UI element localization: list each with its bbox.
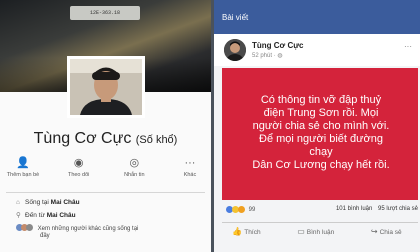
share-icon: ↪ bbox=[370, 227, 378, 236]
follow-button[interactable]: ◉ Theo dõi bbox=[60, 157, 98, 183]
profile-name: Tùng Cơ Cực (Số khổ) bbox=[0, 130, 211, 148]
more-icon: ··· bbox=[184, 157, 196, 169]
info-from: ⚲ Đến từ Mai Châu bbox=[16, 211, 76, 219]
post-time: 52 phút · ◍ bbox=[252, 53, 283, 59]
follow-label: Theo dõi bbox=[67, 172, 90, 178]
post-content-card: Có thông tin vỡ đập thuỷ điện Trung Sơn … bbox=[222, 68, 418, 200]
post-header: Tùng Cơ Cực 52 phút · ◍ ··· bbox=[214, 34, 420, 66]
post-topbar-title: Bài viết bbox=[222, 13, 249, 22]
thumbs-up-icon: 👍 bbox=[232, 227, 243, 236]
message-button[interactable]: ◎ Nhắn tin bbox=[115, 157, 153, 183]
comment-button[interactable]: ▭ Bình luận bbox=[297, 227, 334, 236]
from-prefix: Đến từ bbox=[25, 212, 47, 219]
like-label: Thích bbox=[244, 229, 261, 236]
wow-reaction-icon bbox=[238, 206, 245, 213]
location-pin-icon: ⚲ bbox=[16, 212, 21, 219]
post-topbar: Bài viết bbox=[214, 0, 420, 34]
comments-count: 101 bình luận bbox=[335, 206, 373, 212]
home-icon: ⌂ bbox=[16, 199, 20, 206]
info-lives-in: ⌂ Sống tại Mai Châu bbox=[16, 199, 80, 206]
divider bbox=[6, 192, 205, 193]
more-button[interactable]: ··· Khác bbox=[171, 157, 209, 183]
share-button[interactable]: ↪ Chia sẻ bbox=[371, 227, 402, 236]
post-options-icon[interactable]: ··· bbox=[404, 42, 412, 51]
comment-label: Bình luận bbox=[306, 229, 335, 236]
lives-place-link[interactable]: Mai Châu bbox=[51, 199, 80, 206]
reactions-count: 99 bbox=[248, 207, 256, 214]
globe-icon: ◍ bbox=[277, 53, 283, 59]
message-icon: ◎ bbox=[129, 157, 140, 169]
friends-line-2: đây bbox=[40, 233, 50, 239]
profile-name-text: Tùng Cơ Cực bbox=[33, 130, 132, 147]
share-label: Chia sẻ bbox=[379, 229, 402, 236]
post-stats: 99 101 bình luận 95 lượt chia sẻ bbox=[214, 204, 420, 218]
friends-line-1: Xem những người khác cũng sống tại bbox=[37, 226, 139, 233]
profile-avatar[interactable] bbox=[67, 56, 145, 118]
profile-actions: 👤 Thêm bạn bè ◉ Theo dõi ◎ Nhắn tin ··· … bbox=[4, 157, 209, 183]
post-panel: Bài viết Tùng Cơ Cực 52 phút · ◍ ··· Có … bbox=[214, 0, 420, 252]
post-action-bar: 👍 Thích ▭ Bình luận ↪ Chia sẻ bbox=[214, 227, 420, 236]
post-text-line: Có thông tin vỡ đập thuỷ bbox=[260, 94, 382, 106]
follow-icon: ◉ bbox=[73, 157, 84, 169]
post-text-line: Dân Cơ Lương chạy hết rồi. bbox=[252, 159, 390, 171]
from-place-link[interactable]: Mai Châu bbox=[47, 212, 76, 219]
post-text-line: người chia sẻ cho mình với. bbox=[252, 120, 390, 132]
post-text: Có thông tin vỡ đập thuỷ điện Trung Sơn … bbox=[226, 94, 416, 172]
post-author[interactable]: Tùng Cơ Cực bbox=[252, 41, 303, 50]
reactions-summary[interactable]: 99 bbox=[226, 206, 255, 213]
comments-shares[interactable]: 101 bình luận 95 lượt chia sẻ bbox=[336, 206, 418, 212]
post-text-line: điện Trung Sơn rồi. Mọi bbox=[263, 107, 379, 119]
friend-avatars bbox=[16, 224, 33, 233]
divider bbox=[222, 222, 418, 223]
message-label: Nhắn tin bbox=[124, 172, 145, 178]
post-text-line: chạy bbox=[309, 146, 333, 158]
add-friend-label: Thêm bạn bè bbox=[6, 172, 40, 178]
like-button[interactable]: 👍 Thích bbox=[232, 227, 260, 236]
post-text-line: Để mọi người biết đường bbox=[259, 133, 383, 145]
add-friend-button[interactable]: 👤 Thêm bạn bè bbox=[4, 157, 42, 183]
friends-also-live-here[interactable]: Xem những người khác cũng sống tại đây bbox=[16, 224, 138, 239]
license-plate: 12E-363.18 bbox=[70, 6, 140, 20]
add-friend-icon: 👤 bbox=[16, 157, 30, 169]
more-label: Khác bbox=[183, 172, 197, 178]
author-avatar[interactable] bbox=[224, 39, 246, 61]
comment-icon: ▭ bbox=[297, 227, 305, 236]
profile-panel: 12E-363.18 Tùng Cơ Cực (Số khổ) 👤 Thêm b… bbox=[0, 0, 211, 252]
profile-nickname: (Số khổ) bbox=[135, 134, 178, 146]
shares-count: 95 lượt chia sẻ bbox=[378, 206, 418, 212]
lives-prefix: Sống tại bbox=[25, 199, 51, 206]
post-time-text: 52 phút bbox=[252, 53, 273, 59]
